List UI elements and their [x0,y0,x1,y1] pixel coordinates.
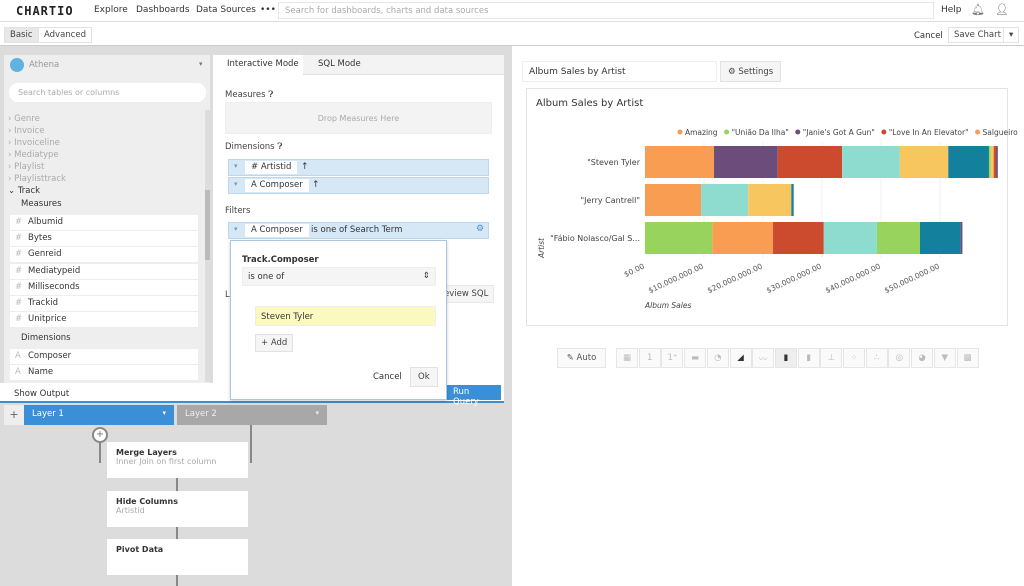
chart-type-donut-icon[interactable]: ◎ [888,348,911,368]
chart-type-progress-icon[interactable]: ▬ [684,348,707,368]
legend-marker [677,129,683,135]
legend-label[interactable]: Salgueiro [983,128,1019,137]
x-tick-label: $0.00 [623,262,646,279]
chart-type-funnel-icon[interactable]: ▼ [933,348,956,368]
chart-type-gauge-icon[interactable]: ◕ [911,348,934,368]
x-axis-label: Album Sales [644,301,691,310]
legend-marker [795,129,801,135]
x-tick-label: $50,000,000.00 [883,262,941,295]
category-label: "Jerry Cantrell" [580,196,640,205]
chart-type-box-icon[interactable]: ⊥ [820,348,843,368]
bar-segment[interactable] [993,146,997,178]
legend-marker [881,129,887,135]
bar-segment[interactable] [645,184,702,216]
bar-segment[interactable] [773,222,824,254]
bar-segment[interactable] [712,222,774,254]
legend-label[interactable]: "Love In An Elevator" [889,128,969,137]
category-label: "Steven Tyler [587,158,641,167]
bar-chart: Amazing "União Da Ilha" "Janie's Got A Gun… [537,128,1019,310]
bar-segment[interactable] [645,222,713,254]
bar-segment[interactable] [988,146,991,178]
chart-type-bar-icon[interactable]: ▮ [774,348,797,368]
auto-chart-button[interactable]: ✎ Auto [557,348,606,368]
chart-type-bar-line-icon[interactable]: ▮ [797,348,820,368]
bar-segment[interactable] [996,146,998,178]
chart-type-area-icon[interactable]: ◢ [729,348,752,368]
bar-segment[interactable] [714,146,778,178]
x-tick-label: $30,000,000.00 [765,262,823,295]
legend-marker [975,129,981,135]
bar-segment[interactable] [777,146,843,178]
magic-wand-icon: ✎ [566,353,574,363]
legend-label[interactable]: "Janie's Got A Gun" [803,128,875,137]
chart-type-table-icon[interactable]: ▦ [616,348,638,368]
bar-segment[interactable] [990,146,994,178]
legend-label[interactable]: Amazing [685,128,718,137]
bar-segment[interactable] [748,184,792,216]
category-label: "Fábio Nolasco/Gal S... [550,234,640,243]
chart-type-pie-icon[interactable]: ◔ [706,348,729,368]
chart-type-line-icon[interactable]: 〰 [752,348,775,368]
bar-segment[interactable] [948,146,989,178]
x-tick-label: $40,000,000.00 [824,262,882,295]
x-tick-label: $20,000,000.00 [706,262,764,295]
chart-type-single-value-trend-icon[interactable]: 1⁺ [661,348,684,368]
bar-segment[interactable] [823,222,877,254]
chart-type-bubble-icon[interactable]: ∴ [865,348,888,368]
chart-type-single-value-icon[interactable]: 1 [638,348,661,368]
legend-marker [724,129,730,135]
chart-type-scatter-icon[interactable]: ⁘ [843,348,865,368]
chart-type-map-icon[interactable]: ▩ [956,348,979,368]
bar-segment[interactable] [842,146,900,178]
x-tick-label: $10,000,000.00 [647,262,705,295]
bar-segment[interactable] [960,222,963,254]
y-axis-label: Artist [537,237,546,259]
legend-label[interactable]: "União Da Ilha" [732,128,789,137]
bar-segment[interactable] [876,222,920,254]
bar-segment[interactable] [791,184,794,216]
bar-segment[interactable] [701,184,749,216]
bar-segment[interactable] [899,146,949,178]
bar-segment[interactable] [919,222,961,254]
bar-segment[interactable] [645,146,715,178]
